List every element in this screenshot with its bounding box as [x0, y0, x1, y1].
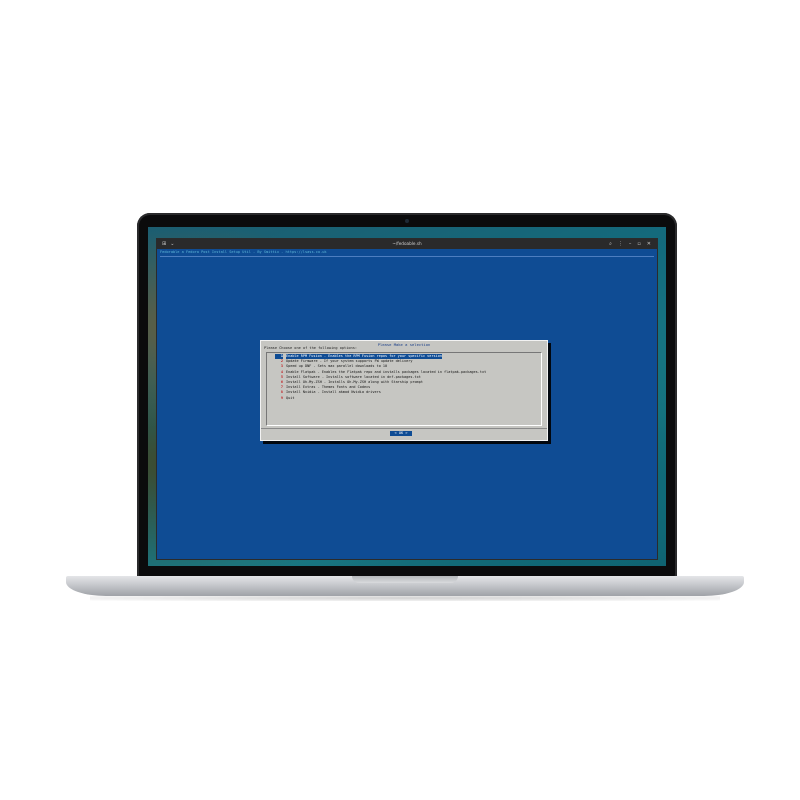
ok-button[interactable]: < OK >	[390, 431, 412, 436]
desktop-screen: ⊞ ⌄ ~/fedoable.sh ⌕ ⋮ – ▫ ✕ Fedorable a …	[148, 227, 666, 566]
laptop-base	[66, 576, 744, 596]
dialog-prompt: Please Choose one of the following optio…	[264, 346, 358, 350]
menu-item-label: Quit	[286, 395, 295, 400]
laptop-notch	[352, 576, 458, 583]
backtitle-divider	[160, 256, 654, 257]
laptop-lid: ⊞ ⌄ ~/fedoable.sh ⌕ ⋮ – ▫ ✕ Fedorable a …	[137, 213, 677, 578]
window-title: ~/fedoable.sh	[392, 241, 422, 246]
menu-item[interactable]: 9 Quit	[275, 395, 295, 401]
menu-item-label: Install Nvidia - Install akmod Nvidia dr…	[286, 390, 381, 395]
dialog-separator	[261, 428, 547, 429]
selection-dialog: Please Make a selection Please Choose on…	[260, 340, 548, 441]
terminal-window[interactable]: ⊞ ⌄ ~/fedoable.sh ⌕ ⋮ – ▫ ✕ Fedorable a …	[157, 239, 657, 559]
camera-icon	[405, 219, 409, 223]
dialog-backtitle: Fedorable a Fedora Post Install Setup Ut…	[160, 250, 327, 254]
menu-item-tag: 9	[280, 395, 283, 400]
terminal-titlebar[interactable]: ⊞ ⌄ ~/fedoable.sh ⌕ ⋮ – ▫ ✕	[157, 239, 657, 249]
